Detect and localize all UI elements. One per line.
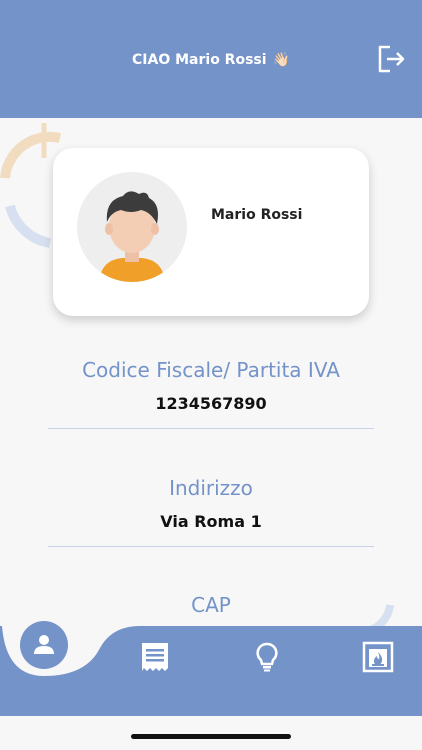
receipt-icon xyxy=(142,643,168,671)
address-field: Indirizzo Via Roma 1 xyxy=(48,476,374,547)
nav-item-energy[interactable] xyxy=(251,641,283,673)
app-header: CIAO Mario Rossi 👋🏻 xyxy=(0,0,422,118)
home-indicator[interactable] xyxy=(131,734,291,739)
user-icon xyxy=(34,635,54,654)
field-divider xyxy=(48,546,374,547)
address-value: Via Roma 1 xyxy=(160,512,262,531)
profile-name: Mario Rossi xyxy=(211,207,303,223)
fireplace-icon xyxy=(362,641,394,673)
logout-icon xyxy=(378,45,405,73)
postal-code-field: CAP xyxy=(48,593,374,617)
avatar-icon xyxy=(99,191,165,282)
postal-code-label: CAP xyxy=(191,593,231,617)
wave-emoji: 👋🏻 xyxy=(272,52,290,68)
greeting-text: CIAO Mario Rossi 👋🏻 xyxy=(0,52,422,68)
nav-item-profile[interactable] xyxy=(20,621,68,669)
field-divider xyxy=(48,428,374,429)
lightbulb-icon xyxy=(256,642,278,672)
address-label: Indirizzo xyxy=(169,476,253,500)
profile-card: Mario Rossi xyxy=(53,148,369,316)
greeting-label: CIAO Mario Rossi xyxy=(132,52,267,68)
nav-item-gas[interactable] xyxy=(362,641,394,673)
logout-button[interactable] xyxy=(376,44,406,74)
avatar xyxy=(77,172,187,282)
nav-item-bills[interactable] xyxy=(139,641,171,673)
tax-code-field: Codice Fiscale/ Partita IVA 1234567890 xyxy=(48,358,374,429)
tax-code-label: Codice Fiscale/ Partita IVA xyxy=(82,358,340,382)
tax-code-value: 1234567890 xyxy=(155,394,267,413)
